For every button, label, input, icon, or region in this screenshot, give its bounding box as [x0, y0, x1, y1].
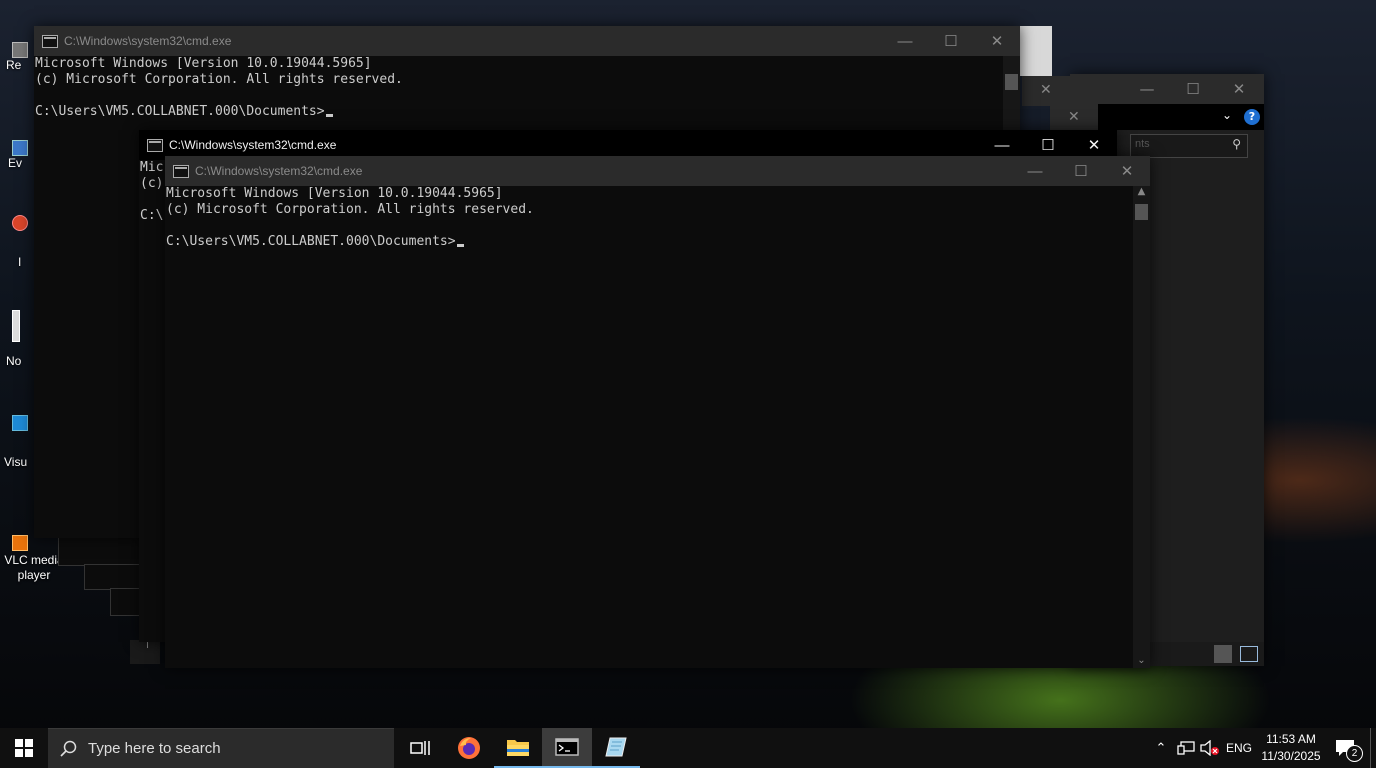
stacked-window-edge: ✕	[1022, 76, 1072, 106]
scrollbar-thumb[interactable]	[1005, 74, 1018, 90]
titlebar[interactable]: C:\Windows\system32\cmd.exe — ☐ ✕	[34, 26, 1020, 56]
window-title: C:\Windows\system32\cmd.exe	[64, 34, 232, 48]
desktop-icon-label: Visu	[4, 455, 28, 469]
close-icon[interactable]: ✕	[1040, 82, 1052, 98]
help-icon[interactable]: ?	[1244, 109, 1260, 125]
close-button[interactable]: ✕	[974, 26, 1020, 56]
console-output[interactable]: Microsoft Windows [Version 10.0.19044.59…	[34, 56, 403, 120]
taskbar-search-box[interactable]: Type here to search	[48, 728, 394, 768]
maximize-button[interactable]: ☐	[928, 26, 974, 56]
show-hidden-icons-button[interactable]: ⌃	[1150, 728, 1172, 768]
start-button[interactable]	[0, 728, 48, 768]
vlc-icon	[12, 535, 28, 551]
stacked-window-edges: I	[58, 536, 160, 666]
titlebar[interactable]: C:\Windows\system32\cmd.exe — ☐ ✕	[165, 156, 1150, 186]
chevron-down-icon[interactable]: ⌄	[1222, 108, 1232, 122]
stacked-window-edge: ✕	[1050, 104, 1098, 132]
taskbar-app[interactable]	[592, 728, 640, 768]
close-button[interactable]: ✕	[1104, 156, 1150, 186]
stacked-window-edge	[1018, 26, 1052, 76]
console-output[interactable]: Microsoft Windows [Version 10.0.19044.59…	[165, 186, 534, 250]
search-placeholder: nts	[1135, 138, 1150, 150]
minimize-button[interactable]: —	[882, 26, 928, 56]
cmd-icon	[555, 738, 579, 756]
volume-muted-icon[interactable]	[1198, 728, 1222, 768]
visual-studio-icon	[12, 415, 28, 431]
cmd-icon	[147, 138, 163, 152]
taskbar: Type here to search ⌃ ENG 11:53 AM 11/30…	[0, 728, 1376, 768]
app-icon	[12, 215, 28, 231]
folder-icon	[507, 740, 529, 756]
console-prompt: C:\	[140, 208, 164, 223]
desktop-icon-label: No	[6, 354, 22, 368]
search-placeholder: Type here to search	[88, 740, 221, 757]
desktop-icon-label: Ev	[8, 156, 23, 170]
notification-count-badge: 2	[1346, 745, 1363, 762]
desktop-icon-label: Re	[6, 58, 22, 72]
task-view-button[interactable]	[396, 728, 444, 768]
notepad-icon	[12, 310, 20, 342]
window-title: C:\Windows\system32\cmd.exe	[195, 164, 363, 178]
console-line: (c) Microsoft Corporation. All rights re…	[35, 72, 403, 87]
cmd-icon	[173, 164, 189, 178]
close-button[interactable]: ✕	[1216, 74, 1262, 104]
desktop-icon-label: VLC media player	[4, 553, 64, 582]
taskbar-file-explorer[interactable]	[494, 728, 542, 768]
show-desktop-button[interactable]	[1370, 728, 1376, 768]
text-cursor	[325, 114, 333, 117]
details-view-icon[interactable]	[1214, 645, 1232, 663]
scroll-down-arrow-icon[interactable]: ⌄	[1133, 655, 1150, 666]
console-line: (c) Microsoft Corporation. All rights re…	[166, 202, 534, 217]
vertical-scrollbar[interactable]: ▲ ⌄	[1133, 186, 1150, 668]
large-icons-view-icon[interactable]	[1240, 646, 1258, 662]
app-icon	[605, 737, 627, 757]
minimize-button[interactable]: —	[1124, 74, 1170, 104]
console-line: (c)	[140, 176, 164, 191]
close-icon[interactable]: ✕	[1068, 109, 1080, 125]
explorer-ribbon: ⌄ ?	[1070, 104, 1264, 130]
search-icon	[60, 740, 77, 757]
maximize-button[interactable]: ☐	[1058, 156, 1104, 186]
maximize-button[interactable]: ☐	[1170, 74, 1216, 104]
input-language-indicator[interactable]: ENG	[1224, 728, 1254, 768]
network-icon[interactable]	[1174, 728, 1198, 768]
scrollbar-thumb[interactable]	[1135, 204, 1148, 220]
event-viewer-icon	[12, 140, 28, 156]
clock[interactable]: 11:53 AM 11/30/2025	[1258, 728, 1324, 768]
console-line: Mic	[140, 160, 164, 175]
cmd-window-front[interactable]: C:\Windows\system32\cmd.exe — ☐ ✕ Micros…	[165, 156, 1150, 668]
console-line: Microsoft Windows [Version 10.0.19044.59…	[166, 186, 503, 201]
console-prompt: C:\Users\VM5.COLLABNET.000\Documents>	[35, 104, 325, 119]
scroll-up-arrow-icon[interactable]: ▲	[1133, 186, 1150, 197]
desktop-icon-label: I	[18, 255, 22, 269]
console-output[interactable]: Mic (c) C:\	[139, 160, 163, 224]
console-prompt: C:\Users\VM5.COLLABNET.000\Documents>	[166, 234, 456, 249]
cmd-icon	[42, 34, 58, 48]
firefox-icon	[458, 737, 480, 759]
console-line: Microsoft Windows [Version 10.0.19044.59…	[35, 56, 372, 71]
windows-logo-icon	[15, 739, 33, 757]
taskbar-firefox[interactable]	[444, 728, 494, 768]
text-cursor	[456, 244, 464, 247]
minimize-button[interactable]: —	[1012, 156, 1058, 186]
clock-date: 11/30/2025	[1261, 749, 1321, 763]
action-center-button[interactable]: 2	[1326, 728, 1366, 768]
recycle-bin-icon	[12, 42, 28, 58]
taskbar-command-prompt[interactable]	[542, 728, 592, 768]
clock-time: 11:53 AM	[1266, 732, 1316, 746]
search-icon: ⚲	[1232, 137, 1241, 151]
task-view-icon	[410, 741, 430, 755]
explorer-titlebar[interactable]: — ☐ ✕	[1070, 74, 1264, 104]
explorer-search-box[interactable]: nts ⚲	[1130, 134, 1248, 158]
window-title: C:\Windows\system32\cmd.exe	[169, 138, 337, 152]
